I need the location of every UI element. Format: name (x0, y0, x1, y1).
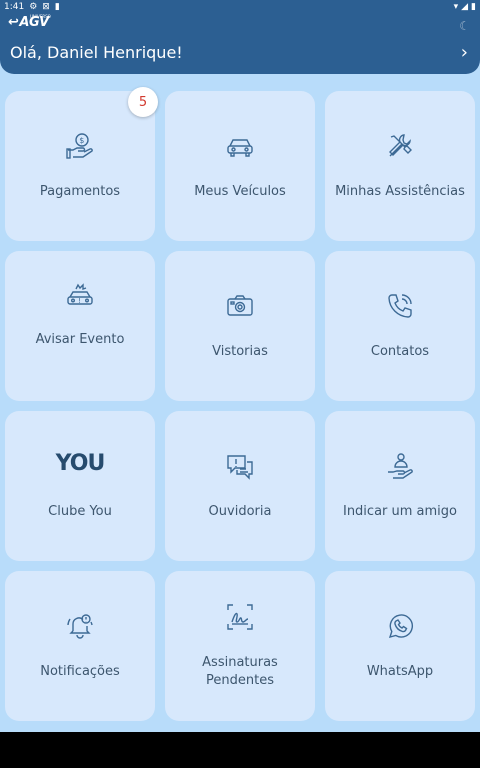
tile-label: Contatos (370, 344, 430, 359)
tile-clube-you[interactable]: YOU Clube You (5, 411, 155, 561)
tile-minhas-assistencias[interactable]: Minhas Assistências (325, 91, 475, 241)
tile-label: Vistorias (212, 344, 268, 359)
tile-whatsapp[interactable]: WhatsApp (325, 571, 475, 721)
greeting-text[interactable]: Olá, Daniel Henrique! (10, 43, 183, 62)
signal-icon: ◢ (461, 2, 469, 12)
logo-arrow-icon: ↩ (8, 15, 19, 30)
whatsapp-icon (385, 611, 415, 641)
tile-label: WhatsApp (366, 664, 434, 679)
tile-label: Notificações (40, 664, 120, 679)
phone-icon (385, 291, 415, 321)
status-time: 1:41 (4, 2, 25, 12)
tile-label: Minhas Assistências (335, 184, 465, 199)
signature-icon (225, 602, 255, 632)
menu-grid: 5 $ Pagamentos Meus Veículos Minhas Assi… (5, 87, 475, 721)
car-crash-icon: ! (65, 281, 95, 311)
tile-label: Ouvidoria (208, 504, 272, 519)
status-bar: 1:41 ⚙ ⊠ ▮ ▾ ◢ ▮ (0, 0, 480, 14)
notification-badge: 5 (128, 87, 158, 117)
bell-alert-icon (65, 611, 95, 641)
tile-contatos[interactable]: Contatos (325, 251, 475, 401)
car-icon (225, 131, 255, 161)
clube-you-logo: YOU (55, 451, 106, 476)
blocked-icon: ⊠ (42, 2, 50, 12)
tile-indicar-amigo[interactable]: Indicar um amigo (325, 411, 475, 561)
tile-vistorias[interactable]: Vistorias (165, 251, 315, 401)
tile-notificacoes[interactable]: Notificações (5, 571, 155, 721)
refer-friend-icon (385, 451, 415, 481)
tile-label: Pagamentos (39, 184, 121, 199)
tile-label: Assinaturas Pendentes (202, 655, 278, 688)
logo-small-text: UNIVERSO (30, 14, 51, 19)
battery-icon: ▮ (471, 2, 476, 12)
settings-icon: ⚙ (29, 2, 38, 12)
chat-alert-icon (225, 451, 255, 481)
tile-avisar-evento[interactable]: ! Avisar Evento (5, 251, 155, 401)
dark-mode-toggle-icon[interactable]: ☾ (459, 19, 470, 33)
tile-label: Indicar um amigo (342, 504, 457, 519)
camera-icon (225, 291, 255, 321)
tile-label: Avisar Evento (35, 332, 125, 347)
app-logo: ↩ UNIVERSO AGV (8, 14, 51, 30)
sd-card-icon: ▮ (54, 2, 60, 12)
tile-label: Clube You (48, 504, 112, 519)
chevron-right-icon[interactable]: › (461, 42, 468, 63)
svg-text:$: $ (79, 136, 84, 145)
wifi-icon: ▾ (453, 2, 459, 12)
tools-icon (385, 131, 415, 161)
app-header: ↩ UNIVERSO AGV ☾ Olá, Daniel Henrique! › (0, 14, 480, 74)
tile-meus-veiculos[interactable]: Meus Veículos (165, 91, 315, 241)
svg-text:!: ! (78, 297, 81, 305)
tile-ouvidoria[interactable]: Ouvidoria (165, 411, 315, 561)
payment-hand-icon: $ (65, 131, 95, 161)
tile-label: Meus Veículos (194, 184, 286, 199)
system-nav-bar (0, 732, 480, 768)
tile-assinaturas-pendentes[interactable]: Assinaturas Pendentes (165, 571, 315, 721)
tile-pagamentos[interactable]: 5 $ Pagamentos (5, 87, 158, 241)
